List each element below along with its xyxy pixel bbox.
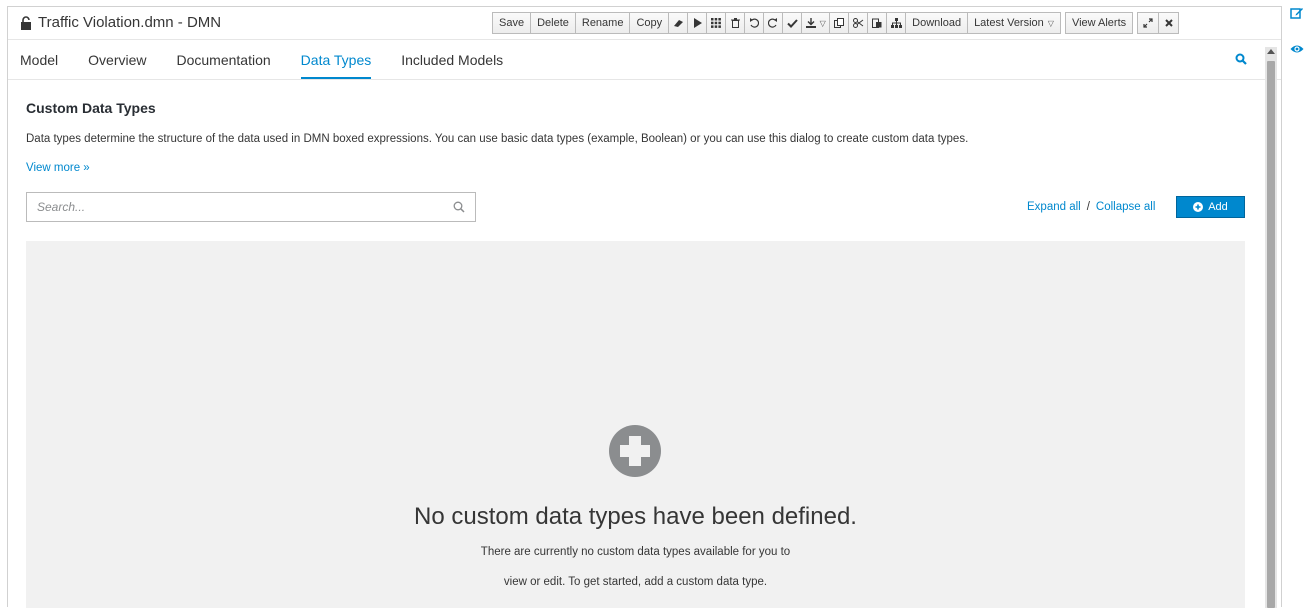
edit-icon[interactable] [1290,6,1304,20]
empty-state-title: No custom data types have been defined. [414,503,857,530]
deploy-dropdown[interactable]: ▽ [801,12,830,34]
tab-model[interactable]: Model [20,43,58,79]
view-alerts-button[interactable]: View Alerts [1064,12,1134,34]
rename-button[interactable]: Rename [574,12,630,34]
search-icon[interactable] [1235,53,1247,65]
expand-all-link[interactable]: Expand all [1027,201,1081,213]
paste-icon[interactable] [867,12,887,34]
collapse-all-link[interactable]: Collapse all [1096,201,1155,213]
scrollbar-thumb[interactable] [1267,61,1275,608]
editor-tabs: Model Overview Documentation Data Types … [8,43,1281,80]
tab-documentation[interactable]: Documentation [177,43,271,79]
redo-icon[interactable] [763,12,783,34]
download-button[interactable]: Download [905,12,968,34]
toolbar: Save Delete Rename Copy ▽ Download Lates… [492,12,1183,34]
play-icon[interactable] [687,12,707,34]
window-title: Traffic Violation.dmn - DMN [20,14,221,31]
tab-included-models[interactable]: Included Models [401,43,503,79]
dmn-editor-panel: Traffic Violation.dmn - DMN Save Delete … [7,6,1282,608]
eraser-icon[interactable] [668,12,688,34]
search-input[interactable] [35,199,439,215]
link-separator: / [1086,201,1090,213]
hierarchy-icon[interactable] [886,12,906,34]
add-button[interactable]: Add [1176,196,1245,218]
trash-icon[interactable] [725,12,745,34]
grid-icon[interactable] [706,12,726,34]
page-description: Data types determine the structure of th… [26,133,969,145]
page-title: Custom Data Types [26,100,156,116]
copy-button[interactable]: Copy [629,12,669,34]
plus-circle-icon [1193,202,1204,212]
view-more-link[interactable]: View more » [26,162,90,174]
delete-button[interactable]: Delete [530,12,575,34]
search-icon[interactable] [453,201,465,213]
latest-version-label: Latest Version [974,17,1044,29]
empty-state-panel: No custom data types have been defined. … [26,241,1245,608]
title-bar: Traffic Violation.dmn - DMN Save Delete … [8,7,1281,40]
latest-version-dropdown[interactable]: Latest Version ▽ [967,12,1061,34]
save-button[interactable]: Save [492,12,531,34]
add-button-label: Add [1208,201,1228,213]
deploy-icon [805,18,816,28]
tab-overview[interactable]: Overview [88,43,146,79]
check-icon[interactable] [782,12,802,34]
chevron-down-icon: ▽ [819,18,826,28]
lock-icon [21,15,31,30]
vertical-scrollbar[interactable] [1265,47,1277,608]
window-title-text: Traffic Violation.dmn - DMN [38,14,222,31]
right-rail [1282,0,1311,607]
undo-icon[interactable] [744,12,764,34]
chevron-down-icon: ▽ [1047,18,1054,28]
scroll-up-arrow-icon[interactable] [1267,49,1275,54]
cut-icon[interactable] [848,12,868,34]
expand-collapse-links: Expand all / Collapse all [1027,201,1155,213]
eye-icon[interactable] [1290,42,1304,56]
maximize-icon[interactable] [1137,12,1159,34]
plus-circle-icon [609,425,661,477]
search-box [26,192,476,222]
duplicate-icon[interactable] [829,12,849,34]
close-icon[interactable] [1158,12,1180,34]
tab-data-types[interactable]: Data Types [300,43,372,79]
empty-state-text-1: There are currently no custom data types… [480,546,791,558]
empty-state-text-2: view or edit. To get started, add a cust… [503,576,768,588]
